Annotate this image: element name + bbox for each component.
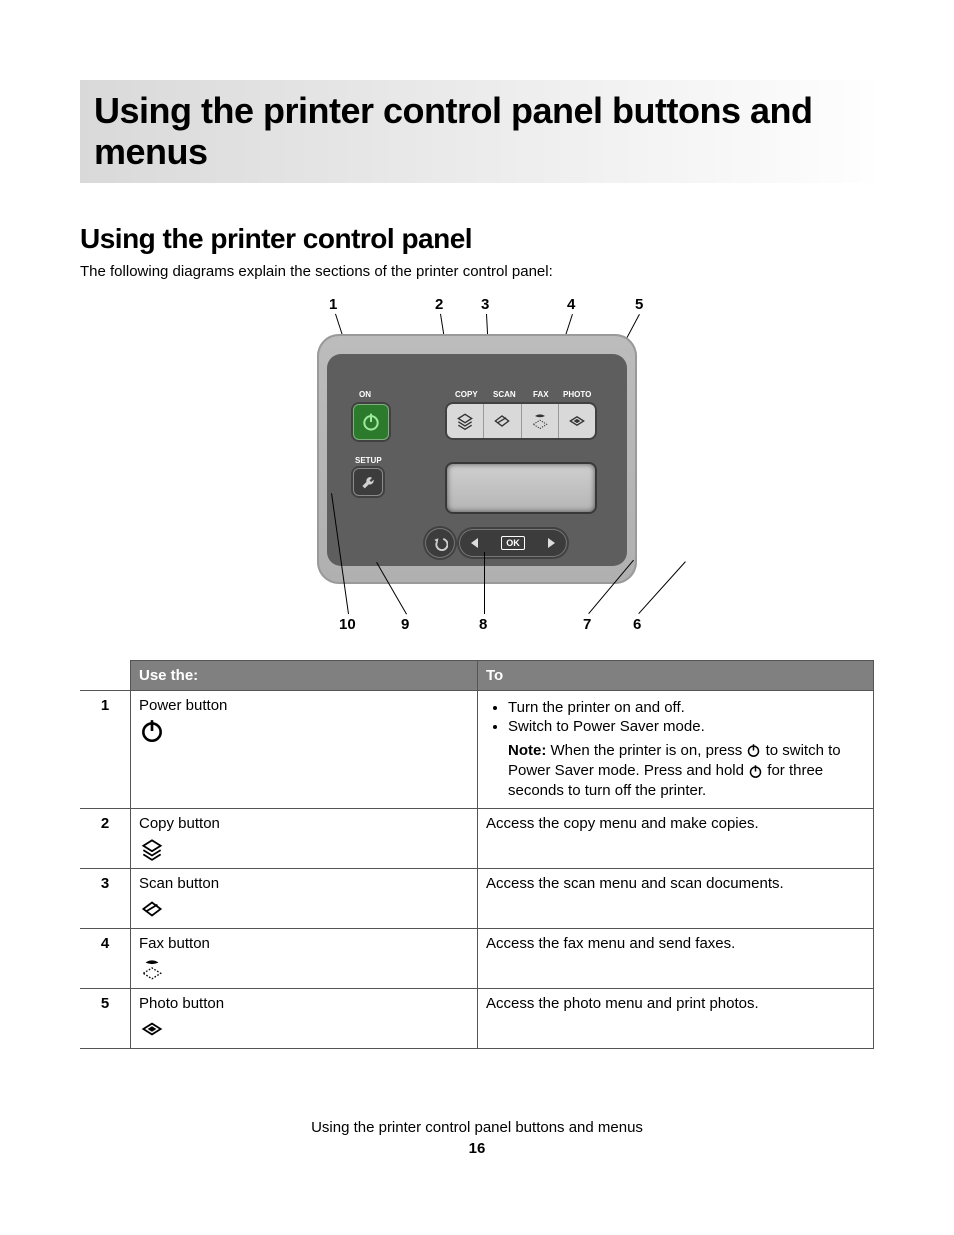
page-title-band: Using the printer control panel buttons … [80, 80, 874, 183]
label-scan: SCAN [493, 390, 516, 399]
copy-icon [139, 836, 165, 862]
row-number: 2 [80, 808, 131, 868]
power-icon [139, 718, 165, 744]
reference-table: Use the: To 1 Power button Turn the prin… [80, 660, 874, 1049]
power-icon [361, 412, 381, 432]
photo-button [559, 404, 595, 438]
row-name: Scan button [139, 875, 469, 892]
right-arrow-icon [548, 538, 555, 548]
scan-button [484, 404, 521, 438]
callout-2: 2 [435, 296, 443, 313]
label-copy: COPY [455, 390, 478, 399]
power-icon [746, 743, 761, 758]
power-button [353, 404, 389, 440]
bullet: Turn the printer on and off. [508, 699, 865, 716]
footer-page-number: 16 [80, 1140, 874, 1157]
footer-title: Using the printer control panel buttons … [80, 1119, 874, 1136]
control-panel-diagram: 1 2 3 4 5 ON SETUP COPY SCAN FAX PHOTO [80, 296, 874, 636]
row-to: Access the photo menu and print photos. [478, 988, 874, 1048]
callout-10: 10 [339, 616, 356, 633]
back-icon [432, 535, 448, 551]
page-title: Using the printer control panel buttons … [94, 90, 860, 173]
callout-6: 6 [633, 616, 641, 633]
table-row: 1 Power button Turn the printer on and o… [80, 690, 874, 808]
callout-5: 5 [635, 296, 643, 313]
callout-7: 7 [583, 616, 591, 633]
page-footer: Using the printer control panel buttons … [80, 1119, 874, 1157]
table-header-use: Use the: [131, 660, 478, 690]
ok-button: OK [501, 536, 525, 550]
row-note: Note: When the printer is on, press to s… [508, 741, 865, 802]
table-row: 3 Scan button Access the scan menu and s… [80, 868, 874, 928]
section-heading: Using the printer control panel [80, 223, 874, 255]
table-row: 4 Fax button Access the fax menu and sen… [80, 928, 874, 988]
fax-icon [139, 956, 165, 982]
nav-pill: OK [459, 529, 567, 557]
photo-icon [139, 1016, 165, 1042]
bullet: Switch to Power Saver mode. [508, 718, 865, 735]
table-row: 2 Copy button Access the copy menu and m… [80, 808, 874, 868]
callout-8: 8 [479, 616, 487, 633]
table-header-to: To [478, 660, 874, 690]
row-to: Access the fax menu and send faxes. [478, 928, 874, 988]
row-to: Access the copy menu and make copies. [478, 808, 874, 868]
row-name: Power button [139, 697, 469, 714]
intro-text: The following diagrams explain the secti… [80, 263, 874, 280]
table-header-blank [80, 660, 131, 690]
power-icon [748, 764, 763, 779]
row-number: 1 [80, 690, 131, 808]
row-to: Access the scan menu and scan documents. [478, 868, 874, 928]
copy-icon [455, 411, 475, 431]
scan-icon [139, 896, 165, 922]
back-button [425, 528, 455, 558]
fax-button [522, 404, 559, 438]
row-number: 3 [80, 868, 131, 928]
label-on: ON [359, 390, 371, 399]
callout-9: 9 [401, 616, 409, 633]
row-bullets: Turn the printer on and off. Switch to P… [486, 699, 865, 735]
lcd-display [447, 464, 595, 512]
callout-4: 4 [567, 296, 575, 313]
row-number: 4 [80, 928, 131, 988]
mode-buttons [447, 404, 595, 438]
label-photo: PHOTO [563, 390, 591, 399]
fax-icon [530, 411, 550, 431]
nav-group: OK [425, 528, 567, 558]
row-name: Copy button [139, 815, 469, 832]
scan-icon [492, 411, 512, 431]
left-arrow-icon [471, 538, 478, 548]
row-name: Fax button [139, 935, 469, 952]
setup-button [353, 468, 383, 496]
callout-3: 3 [481, 296, 489, 313]
table-row: 5 Photo button Access the photo menu and… [80, 988, 874, 1048]
note-text: When the printer is on, press [546, 742, 746, 759]
copy-button [447, 404, 484, 438]
wrench-icon [360, 474, 376, 490]
row-number: 5 [80, 988, 131, 1048]
note-prefix: Note: [508, 742, 546, 759]
photo-icon [567, 411, 587, 431]
row-name: Photo button [139, 995, 469, 1012]
label-fax: FAX [533, 390, 549, 399]
label-setup: SETUP [355, 456, 382, 465]
callout-1: 1 [329, 296, 337, 313]
